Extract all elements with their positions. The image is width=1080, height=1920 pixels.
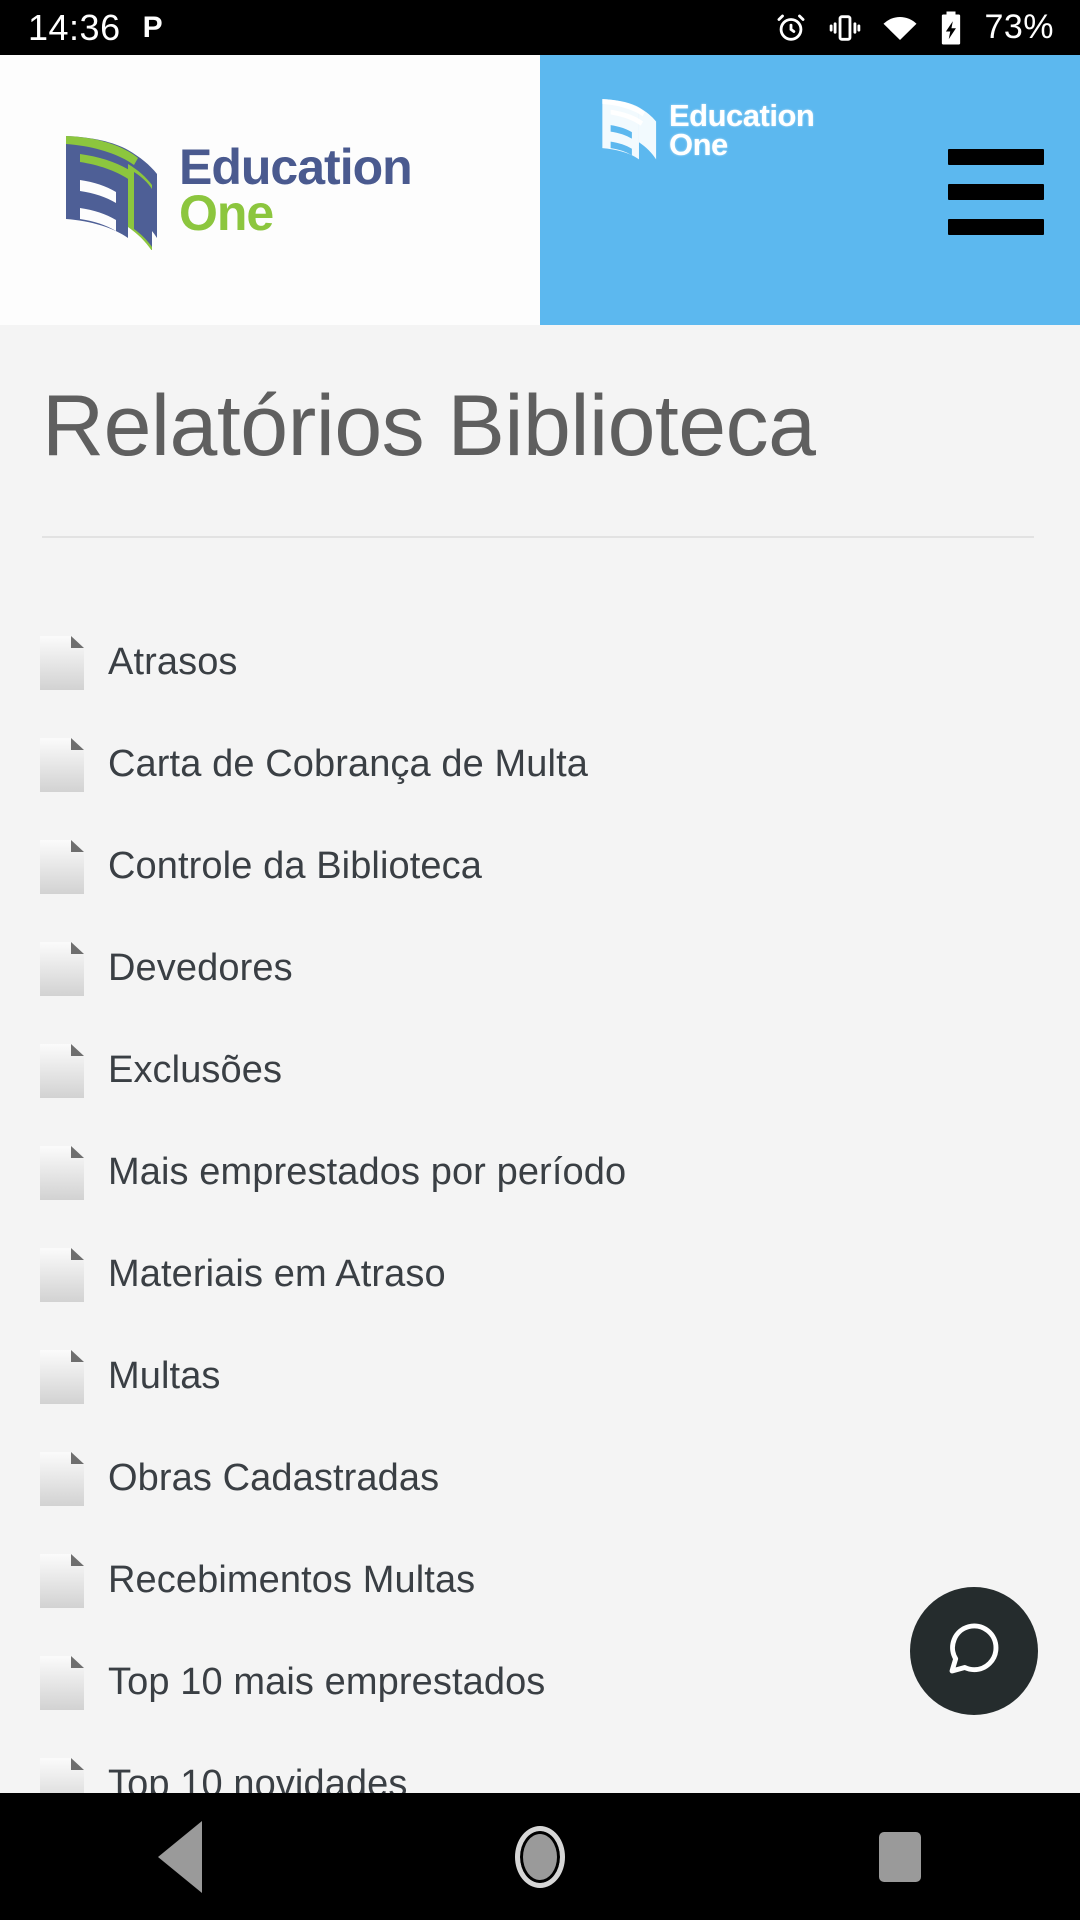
back-triangle-icon: [158, 1820, 202, 1893]
list-item[interactable]: Mais emprestados por período: [40, 1122, 1080, 1224]
home-circle-icon: [515, 1825, 565, 1888]
status-bar: 14:36 P 73%: [0, 0, 1080, 55]
list-item-label: Materiais em Atraso: [108, 1253, 446, 1296]
document-icon: [40, 1247, 84, 1302]
vibrate-icon: [828, 11, 862, 45]
hamburger-bar-2: [948, 184, 1044, 200]
content-area: Relatórios Biblioteca Atrasos Carta de C…: [0, 325, 1080, 1793]
brand-wordmark: Education One: [179, 139, 413, 241]
parking-icon: P: [142, 10, 163, 44]
document-icon: [40, 1349, 84, 1404]
list-item[interactable]: Top 10 novidades: [40, 1734, 1080, 1793]
brand-logo-white[interactable]: Education One: [600, 95, 815, 167]
document-icon: [40, 1451, 84, 1506]
brand-logo[interactable]: Education One: [62, 130, 413, 251]
header-logo-area[interactable]: Education One: [0, 55, 540, 325]
hamburger-menu-icon[interactable]: [948, 149, 1044, 235]
document-icon: [40, 1655, 84, 1710]
list-item-label: Devedores: [108, 947, 293, 990]
list-item-label: Exclusões: [108, 1049, 283, 1092]
list-item-label: Top 10 mais emprestados: [108, 1661, 546, 1704]
phone-screen: 14:36 P 73% Education One Education One …: [0, 0, 1080, 1920]
chat-fab-button[interactable]: [910, 1587, 1038, 1715]
status-bar-clock: 14:36: [28, 6, 121, 48]
shield-book-logo-icon-white: [600, 95, 662, 167]
status-bar-right: 73%: [774, 8, 1080, 47]
list-item[interactable]: Exclusões: [40, 1020, 1080, 1122]
list-item[interactable]: Controle da Biblioteca: [40, 816, 1080, 918]
document-icon: [40, 839, 84, 894]
hamburger-bar-3: [948, 219, 1044, 235]
chat-bubble-icon: [943, 1618, 1005, 1685]
recents-square-icon: [879, 1831, 921, 1882]
document-icon: [40, 1553, 84, 1608]
android-nav-bar: [0, 1793, 1080, 1920]
document-icon: [40, 737, 84, 792]
nav-home-button[interactable]: [360, 1825, 720, 1888]
list-item-label: Carta de Cobrança de Multa: [108, 743, 588, 786]
header-blue-panel: Education One: [540, 55, 1080, 325]
battery-charging-icon: [938, 10, 964, 46]
battery-percent-label: 73%: [984, 8, 1054, 46]
list-item[interactable]: Atrasos: [40, 612, 1080, 714]
hamburger-bar-1: [948, 149, 1044, 165]
nav-recents-button[interactable]: [720, 1831, 1080, 1882]
list-item[interactable]: Devedores: [40, 918, 1080, 1020]
page-title: Relatórios Biblioteca: [42, 378, 816, 474]
brand-line-1: Education: [179, 139, 413, 195]
list-item-label: Recebimentos Multas: [108, 1559, 476, 1602]
brand-line-2: One: [179, 185, 274, 241]
nav-back-button[interactable]: [0, 1820, 360, 1893]
list-item-label: Controle da Biblioteca: [108, 845, 482, 888]
list-item[interactable]: Obras Cadastradas: [40, 1428, 1080, 1530]
title-divider: [42, 535, 1034, 538]
list-item[interactable]: Materiais em Atraso: [40, 1224, 1080, 1326]
document-icon: [40, 941, 84, 996]
list-item-label: Multas: [108, 1355, 221, 1398]
document-icon: [40, 1043, 84, 1098]
list-item-label: Top 10 novidades: [108, 1763, 408, 1793]
app-header: Education One Education One: [0, 55, 1080, 325]
status-bar-left: 14:36 P: [0, 6, 163, 48]
list-item[interactable]: Carta de Cobrança de Multa: [40, 714, 1080, 816]
document-icon: [40, 1145, 84, 1200]
list-item[interactable]: Multas: [40, 1326, 1080, 1428]
document-icon: [40, 1757, 84, 1793]
brand-line-2-white: One: [669, 127, 728, 162]
wifi-icon: [882, 13, 918, 43]
list-item-label: Mais emprestados por período: [108, 1151, 627, 1194]
shield-book-logo-icon: [62, 130, 167, 251]
list-item-label: Atrasos: [108, 641, 238, 684]
report-list: Atrasos Carta de Cobrança de Multa Contr…: [0, 612, 1080, 1793]
alarm-icon: [774, 11, 808, 45]
brand-wordmark-white: Education One: [669, 101, 815, 162]
document-icon: [40, 635, 84, 690]
list-item-label: Obras Cadastradas: [108, 1457, 440, 1500]
